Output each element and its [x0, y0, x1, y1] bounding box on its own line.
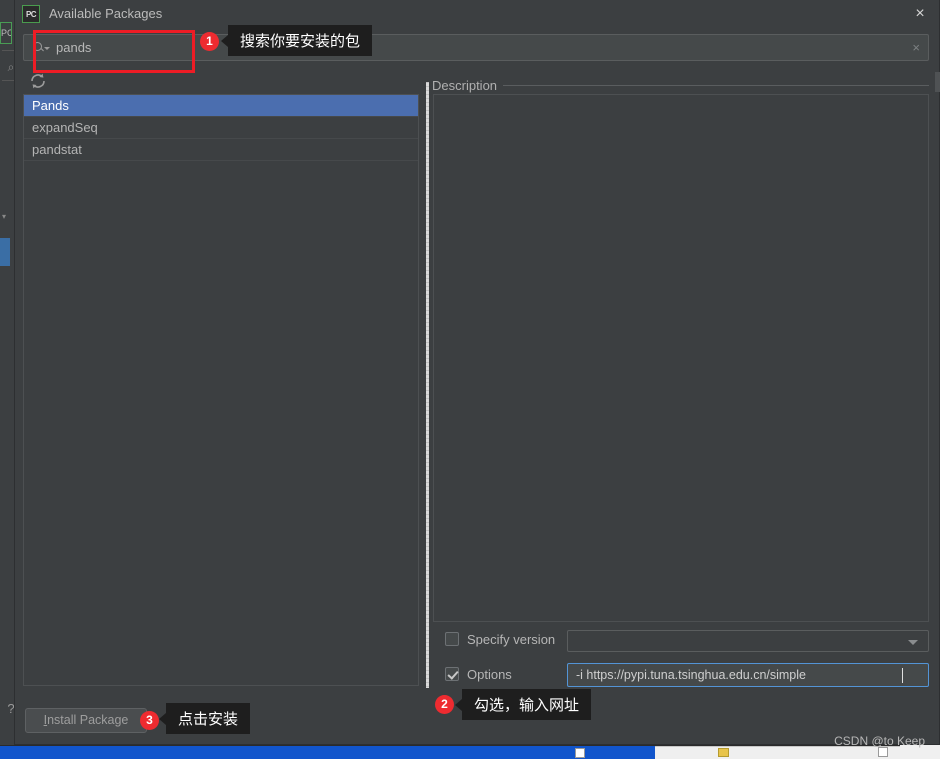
options-label: Options: [467, 667, 512, 682]
description-rule: [432, 85, 929, 86]
checkbox-backdrop[interactable]: [575, 748, 585, 758]
ide-selected-tool-tab[interactable]: [0, 238, 10, 266]
annotation-badge-1: 1: [200, 32, 219, 51]
search-input-value: pands: [56, 40, 92, 55]
annotation-tooltip-3: 点击安装: [158, 703, 251, 734]
install-label: nstall Package: [47, 713, 129, 727]
description-label: Description: [432, 78, 504, 93]
close-icon[interactable]: ×: [909, 4, 931, 24]
checkbox-backdrop-2[interactable]: [878, 747, 888, 757]
available-packages-dialog: PC Available Packages × pands × Pands ex…: [14, 0, 940, 748]
dialog-titlebar: PC Available Packages ×: [15, 0, 939, 28]
scrollbar-thumb[interactable]: [935, 72, 940, 92]
ide-status-bar: [0, 746, 655, 759]
description-panel: [433, 94, 929, 622]
dialog-title: Available Packages: [49, 6, 163, 21]
annotation-tooltip-2: 勾选，输入网址: [454, 689, 592, 720]
list-item[interactable]: pandstat: [24, 139, 418, 161]
splitter-grip: [426, 82, 429, 688]
options-input[interactable]: -i https://pypi.tuna.tsinghua.edu.cn/sim…: [567, 663, 929, 687]
specify-version-checkbox[interactable]: [445, 632, 459, 646]
search-icon: [33, 41, 50, 55]
install-package-button[interactable]: Install Package: [25, 708, 147, 733]
chevron-down-icon: [908, 640, 918, 645]
ide-caret-icon: ▾: [2, 212, 7, 221]
version-select[interactable]: [567, 630, 929, 652]
options-input-value: -i https://pypi.tuna.tsinghua.edu.cn/sim…: [576, 668, 806, 682]
search-input[interactable]: pands ×: [23, 34, 929, 61]
annotation-tooltip-1: 搜索你要安装的包: [220, 25, 373, 56]
search-row: pands ×: [23, 34, 929, 61]
text-cursor: [902, 668, 903, 683]
package-list[interactable]: Pands expandSeq pandstat: [23, 94, 419, 686]
annotation-badge-3: 3: [140, 711, 159, 730]
pycharm-icon: PC: [22, 5, 40, 23]
refresh-icon[interactable]: [27, 70, 49, 92]
clear-search-icon[interactable]: ×: [912, 40, 920, 55]
ide-project-tab[interactable]: PC: [0, 22, 12, 44]
list-item[interactable]: expandSeq: [24, 117, 418, 139]
folder-icon: [718, 748, 729, 757]
specify-version-label: Specify version: [467, 632, 556, 647]
list-item[interactable]: Pands: [24, 95, 418, 117]
annotation-badge-2: 2: [435, 695, 454, 714]
options-checkbox[interactable]: [445, 667, 459, 681]
watermark: CSDN @to Keep: [834, 734, 925, 748]
